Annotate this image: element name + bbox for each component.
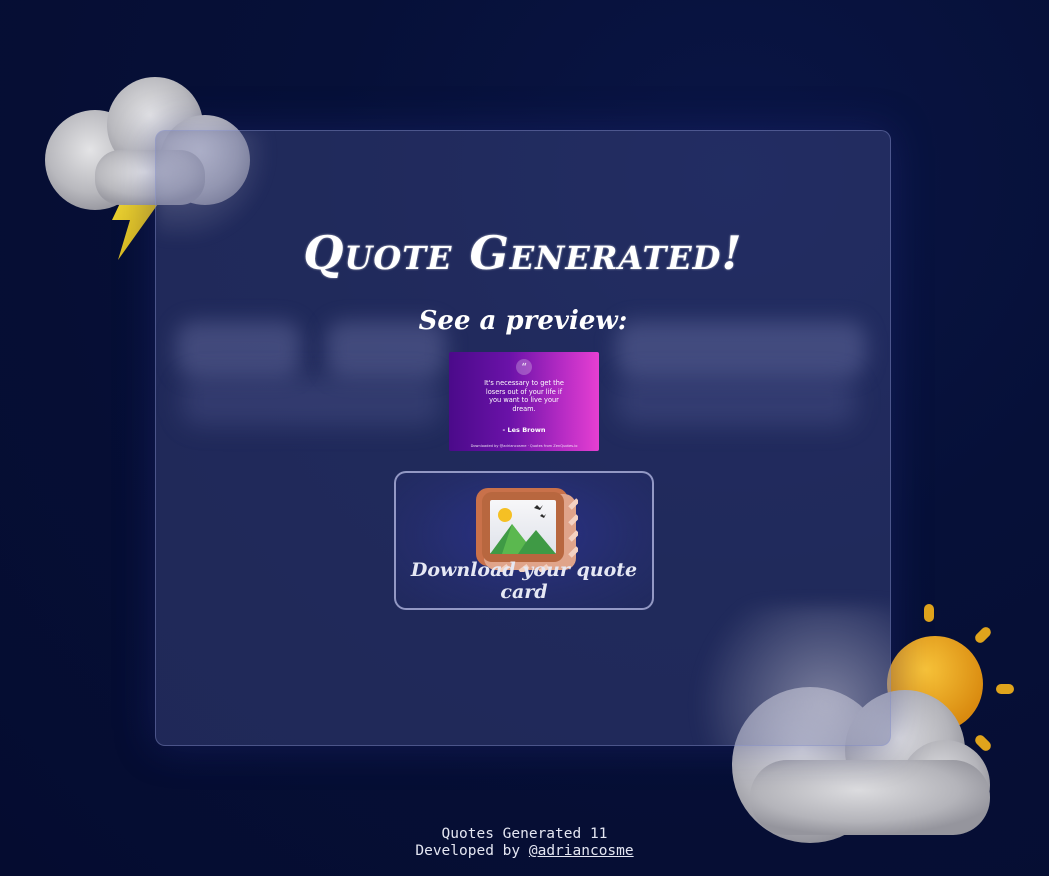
preview-card-footer: Downloaded by @adriancosme · Quotes from… xyxy=(470,444,578,448)
blurred-background-element xyxy=(616,376,856,426)
developer-link[interactable]: @adriancosme xyxy=(529,843,634,859)
preview-heading: See a preview: xyxy=(418,306,628,336)
quotes-counter-value: 11 xyxy=(589,826,608,842)
download-quote-card-button[interactable]: Download your quote card xyxy=(394,471,654,610)
page-title: Quote Generated! xyxy=(303,226,743,280)
panel-glow xyxy=(156,131,276,241)
result-panel: Quote Generated! See a preview: “ It's n… xyxy=(155,130,891,746)
blurred-background-element xyxy=(181,376,441,426)
preview-quote-author: - Les Brown xyxy=(502,426,546,434)
preview-quote-text: It's necessary to get the losers out of … xyxy=(484,379,564,413)
quotes-counter-label: Quotes Generated xyxy=(441,826,582,842)
developer-credit: Developed by @adriancosme xyxy=(0,843,1049,860)
developed-by-label: Developed by xyxy=(415,843,521,859)
quote-card-preview: “ It's necessary to get the losers out o… xyxy=(449,352,599,451)
panel-glow xyxy=(670,605,890,745)
quotes-counter: Quotes Generated 11 xyxy=(0,826,1049,843)
page-footer: Quotes Generated 11 Developed by @adrian… xyxy=(0,826,1049,860)
download-button-label: Download your quote card xyxy=(410,559,638,603)
quote-mark-icon: “ xyxy=(516,359,532,375)
